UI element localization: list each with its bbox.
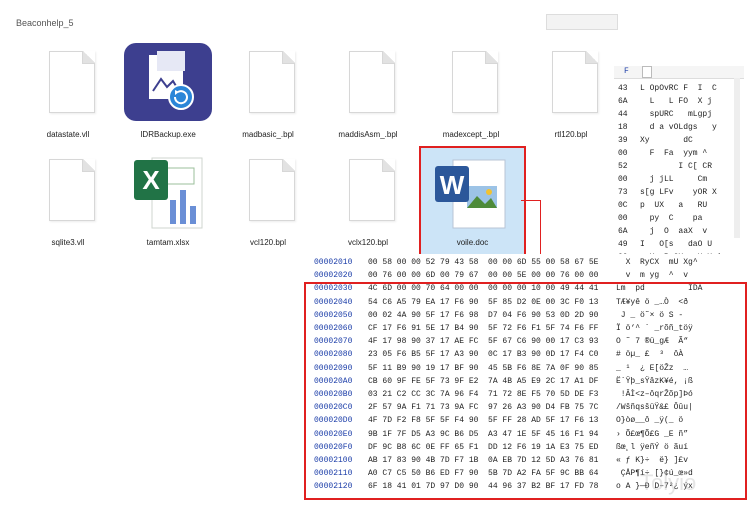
idr-backup-app-icon xyxy=(124,43,212,121)
side-pane-text: d a vOLdgs y xyxy=(640,123,717,132)
side-pane-row: 44 spURC mLgpj xyxy=(618,108,712,121)
hex-bytes: 00 76 00 00 6D 00 79 67 00 00 5E 00 00 7… xyxy=(368,271,599,281)
side-pane-offset: 00 xyxy=(618,214,628,223)
column-header: F xyxy=(624,67,629,76)
blank-file-icon xyxy=(552,51,598,113)
hex-highlight-box xyxy=(304,282,747,500)
side-pane-offset: 18 xyxy=(618,123,628,132)
side-pane-text: I C[ CR xyxy=(640,162,713,171)
side-pane-row: 49 I O[s daO U xyxy=(618,238,712,251)
side-pane-offset: 44 xyxy=(618,110,628,119)
file-name: vcl120.bpl xyxy=(249,238,287,247)
hex-ascii: X RyCX mU Xg^ xyxy=(616,258,698,267)
side-pane-offset: 52 xyxy=(618,162,628,171)
side-pane-row: 73 s[g LFv yOR X xyxy=(618,186,717,199)
hex-addr: 00002020 xyxy=(314,271,353,281)
svg-text:W: W xyxy=(440,170,465,200)
file-item-madexcept[interactable]: madexcept_.bpl xyxy=(421,36,521,156)
file-name: vclx120.bpl xyxy=(347,238,389,247)
file-name: IDRBackup.exe xyxy=(140,130,196,139)
blank-file-icon xyxy=(49,159,95,221)
watermark: Tolyio xyxy=(640,470,697,495)
side-pane-row: 43 L OpOvRC F I C xyxy=(618,82,717,95)
side-pane-offset: 00 xyxy=(618,175,628,184)
lock-icon xyxy=(642,66,652,78)
side-pane-text: Xy dC xyxy=(640,136,693,145)
hex-bytes: 00 58 00 00 52 79 43 58 00 00 6D 55 00 5… xyxy=(368,258,599,267)
file-name: voile.doc xyxy=(456,238,489,247)
vertical-scrollbar[interactable] xyxy=(734,78,740,238)
side-pane-text: j O aaX v xyxy=(640,227,708,236)
connector-line xyxy=(521,200,541,201)
file-item-idrbackup[interactable]: IDRBackup.exe xyxy=(118,36,218,156)
blank-file-icon xyxy=(349,51,395,113)
side-pane-row: 00 j jLL Cm xyxy=(618,173,707,186)
hex-ascii-side-pane: F 43 L OpOvRC F I C 6A L L FO X j 44 spURC … xyxy=(614,66,748,266)
side-pane-offset: 0C xyxy=(618,201,628,210)
folder-title: Beaconhelp_5 xyxy=(16,18,74,28)
window-controls[interactable] xyxy=(546,14,618,30)
side-pane-offset: 39 xyxy=(618,136,628,145)
blank-file-icon xyxy=(49,51,95,113)
file-item-madbasic[interactable]: madbasic_.bpl xyxy=(218,36,318,156)
side-pane-text: p UX a RU xyxy=(640,201,708,210)
file-item-datastate[interactable]: datastate.vll xyxy=(18,36,118,156)
file-explorer: Beaconhelp_5 datastate.vll IDRBackup.exe… xyxy=(16,14,618,260)
side-pane-text: py C pa xyxy=(640,214,703,223)
side-pane-text: L L FO X j xyxy=(640,97,713,106)
side-pane-text: I O[s daO U xyxy=(640,240,713,249)
file-name: maddisAsm_.bpl xyxy=(338,130,398,139)
file-name: sqlite3.vll xyxy=(51,238,85,247)
file-name: madexcept_.bpl xyxy=(442,130,500,139)
side-pane-row: 00 F Fa yym ^ xyxy=(618,147,707,160)
blank-file-icon xyxy=(249,159,295,221)
side-pane-offset: 43 xyxy=(618,84,628,93)
file-item-vclx120[interactable]: vclx120.bpl xyxy=(318,144,418,264)
file-item-maddisasm[interactable]: maddisAsm_.bpl xyxy=(318,36,418,156)
side-pane-row: 52 I C[ CR xyxy=(618,160,712,173)
file-name: datastate.vll xyxy=(46,130,90,139)
word-file-icon: W xyxy=(435,159,506,229)
excel-file-icon: X xyxy=(134,157,203,229)
side-pane-header: F xyxy=(614,66,744,79)
file-item-tamtam[interactable]: X tamtam.xlsx xyxy=(118,144,218,264)
side-pane-text: spURC mLgpj xyxy=(640,110,713,119)
side-pane-text: s[g LFv yOR X xyxy=(640,188,717,197)
hex-ascii: v m yg ^ v xyxy=(616,271,689,281)
side-pane-offset: 00 xyxy=(618,149,628,158)
file-name: madbasic_.bpl xyxy=(242,130,294,139)
blank-file-icon xyxy=(349,159,395,221)
side-pane-row: 0C p UX a RU xyxy=(618,199,707,212)
side-pane-row: 6A L L FO X j xyxy=(618,95,712,108)
side-pane-text: F Fa yym ^ xyxy=(640,149,708,158)
file-name: tamtam.xlsx xyxy=(146,238,190,247)
side-pane-row: 18 d a vOLdgs y xyxy=(618,121,717,134)
blank-file-icon xyxy=(249,51,295,113)
blank-file-icon xyxy=(452,51,498,113)
side-pane-row: 6A j O aaX v xyxy=(618,225,707,238)
side-pane-row: 39 Xy dC xyxy=(618,134,693,147)
side-pane-text: j jLL Cm xyxy=(640,175,708,184)
file-item-rtl120[interactable]: rtl120.bpl xyxy=(521,36,621,156)
side-pane-offset: 6A xyxy=(618,97,628,106)
file-item-sqlite3[interactable]: sqlite3.vll xyxy=(18,144,118,264)
side-pane-offset: 73 xyxy=(618,188,628,197)
side-pane-offset: 6A xyxy=(618,227,628,236)
side-pane-row: 00 py C pa xyxy=(618,212,702,225)
file-item-vcl120[interactable]: vcl120.bpl xyxy=(218,144,318,264)
hex-addr: 00002010 xyxy=(314,258,353,267)
side-pane-text: L OpOvRC F I C xyxy=(640,84,717,93)
file-name: rtl120.bpl xyxy=(554,130,588,139)
file-item-voile-selected[interactable]: W voile.doc xyxy=(419,146,526,256)
side-pane-offset: 49 xyxy=(618,240,628,249)
svg-text:X: X xyxy=(142,165,160,195)
